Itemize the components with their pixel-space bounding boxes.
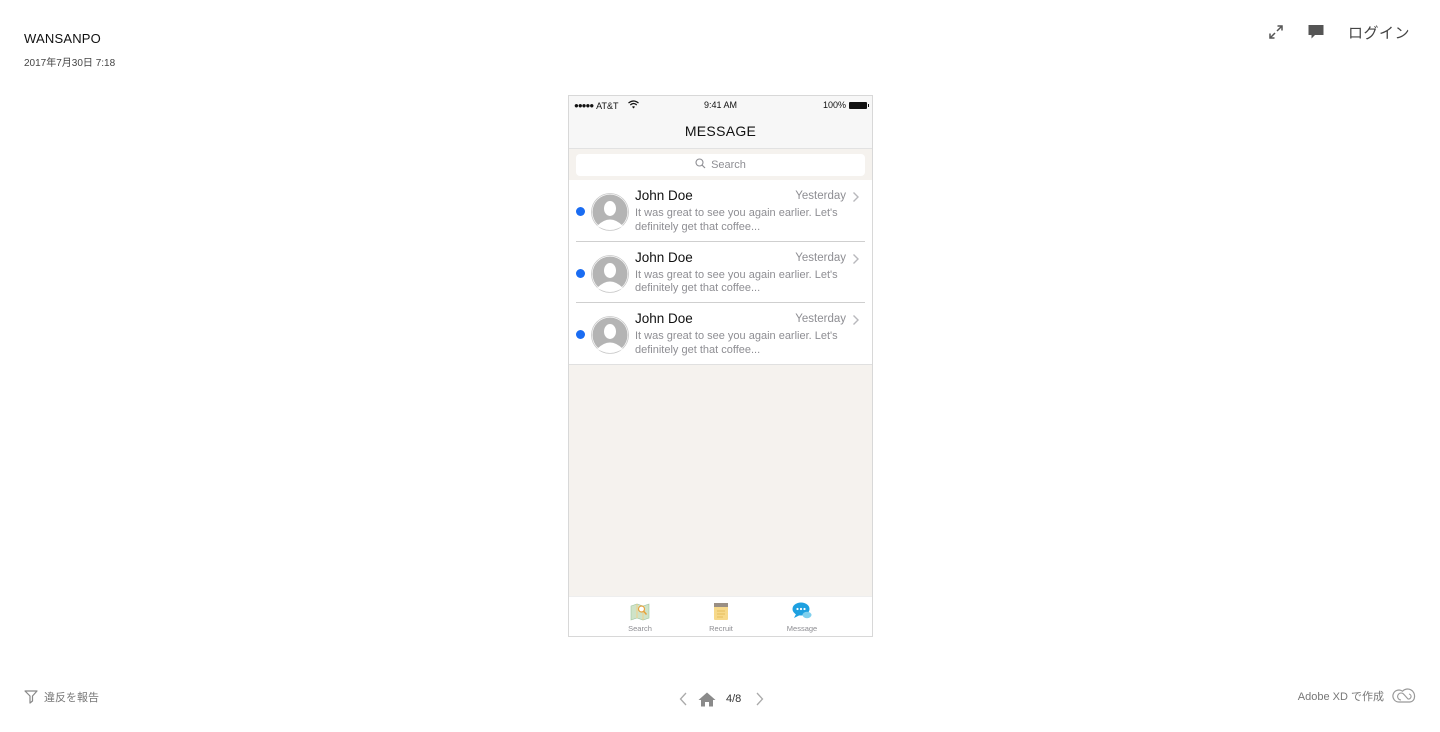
- message-preview-line: It was great to see you again earlier. L…: [635, 268, 838, 281]
- message-preview-line: definitely get that coffee...: [635, 220, 761, 233]
- sender-name: John Doe: [635, 188, 693, 203]
- chevron-right-icon[interactable]: [755, 691, 765, 707]
- search-icon: [695, 158, 706, 172]
- nav-bar: MESSAGE: [569, 114, 872, 149]
- page-indicator: 4/8: [726, 693, 742, 705]
- chevron-left-icon[interactable]: [678, 691, 688, 707]
- sender-name: John Doe: [635, 311, 693, 326]
- message-preview-line: It was great to see you again earlier. L…: [635, 330, 838, 342]
- chevron-right-icon: [853, 253, 859, 264]
- notepad-icon: [714, 603, 728, 620]
- artboard-phone-screen: ●●●●● AT&T 9:41 AM 100% MESSAGE Search J…: [568, 95, 873, 637]
- top-actions: ログイン: [1264, 20, 1410, 44]
- unread-indicator: [576, 268, 585, 278]
- message-time: Yesterday: [795, 251, 846, 264]
- creative-cloud-icon: [1392, 688, 1416, 703]
- tab-label: Search: [628, 624, 652, 633]
- login-link[interactable]: ログイン: [1348, 22, 1410, 43]
- made-with-credit: Adobe XD で作成: [1298, 688, 1416, 704]
- report-violation-link[interactable]: 違反を報告: [24, 689, 99, 705]
- home-icon[interactable]: [698, 691, 716, 707]
- message-preview: It was great to see you again earlier. L…: [635, 207, 865, 234]
- chevron-right-icon: [853, 192, 859, 202]
- flag-icon: [24, 690, 38, 704]
- made-with-label: Adobe XD で作成: [1297, 691, 1384, 703]
- tab-label: Message: [786, 624, 818, 633]
- tab-bar: Search Recruit Message: [569, 596, 872, 636]
- chevron-right-icon: [853, 315, 859, 325]
- avatar: [591, 193, 629, 231]
- document-title: WANSANPO: [24, 31, 101, 46]
- battery-info: 100%: [822, 100, 869, 110]
- report-label: 違反を報告: [44, 692, 99, 704]
- avatar: [591, 316, 629, 354]
- tab-label: Recruit: [709, 624, 733, 633]
- message-time: Yesterday: [795, 313, 846, 325]
- chat-bubble-icon: [792, 602, 812, 619]
- message-preview-line: definitely get that coffee...: [635, 343, 761, 356]
- page-navigation: 4/8: [678, 690, 765, 708]
- message-time: Yesterday: [795, 190, 846, 202]
- page-title: MESSAGE: [684, 123, 757, 139]
- battery-icon: [849, 101, 869, 109]
- message-row[interactable]: John Doe Yesterday It was great to see y…: [569, 303, 872, 365]
- comment-icon[interactable]: [1304, 20, 1328, 44]
- message-preview-line: definitely get that coffee...: [635, 282, 761, 294]
- tab-search[interactable]: Search: [615, 601, 665, 633]
- message-preview: It was great to see you again earlier. L…: [635, 269, 865, 296]
- unread-indicator: [576, 330, 585, 339]
- unread-indicator: [576, 207, 585, 216]
- tab-recruit[interactable]: Recruit: [696, 601, 746, 633]
- avatar: [591, 254, 629, 293]
- message-preview-line: It was great to see you again earlier. L…: [635, 207, 838, 219]
- document-date: 2017年7月30日 7:18: [24, 58, 116, 69]
- expand-icon[interactable]: [1264, 20, 1288, 44]
- xd-prototype-viewer: WANSANPO 2017年7月30日 7:18 ログイン ●●●●● AT&T: [0, 0, 1440, 732]
- search-input[interactable]: Search: [576, 154, 865, 176]
- map-search-icon: [630, 603, 650, 621]
- status-bar: ●●●●● AT&T 9:41 AM 100%: [569, 96, 872, 114]
- battery-percent: 100%: [822, 100, 846, 110]
- tab-message[interactable]: Message: [777, 601, 827, 633]
- search-bar: Search: [569, 149, 872, 180]
- message-list: John Doe Yesterday It was great to see y…: [569, 180, 872, 365]
- message-row[interactable]: John Doe Yesterday It was great to see y…: [569, 242, 872, 303]
- search-placeholder: Search: [711, 159, 746, 171]
- message-preview: It was great to see you again earlier. L…: [635, 330, 865, 357]
- sender-name: John Doe: [635, 249, 693, 265]
- row-divider: [569, 363, 872, 365]
- message-row[interactable]: John Doe Yesterday It was great to see y…: [569, 180, 872, 242]
